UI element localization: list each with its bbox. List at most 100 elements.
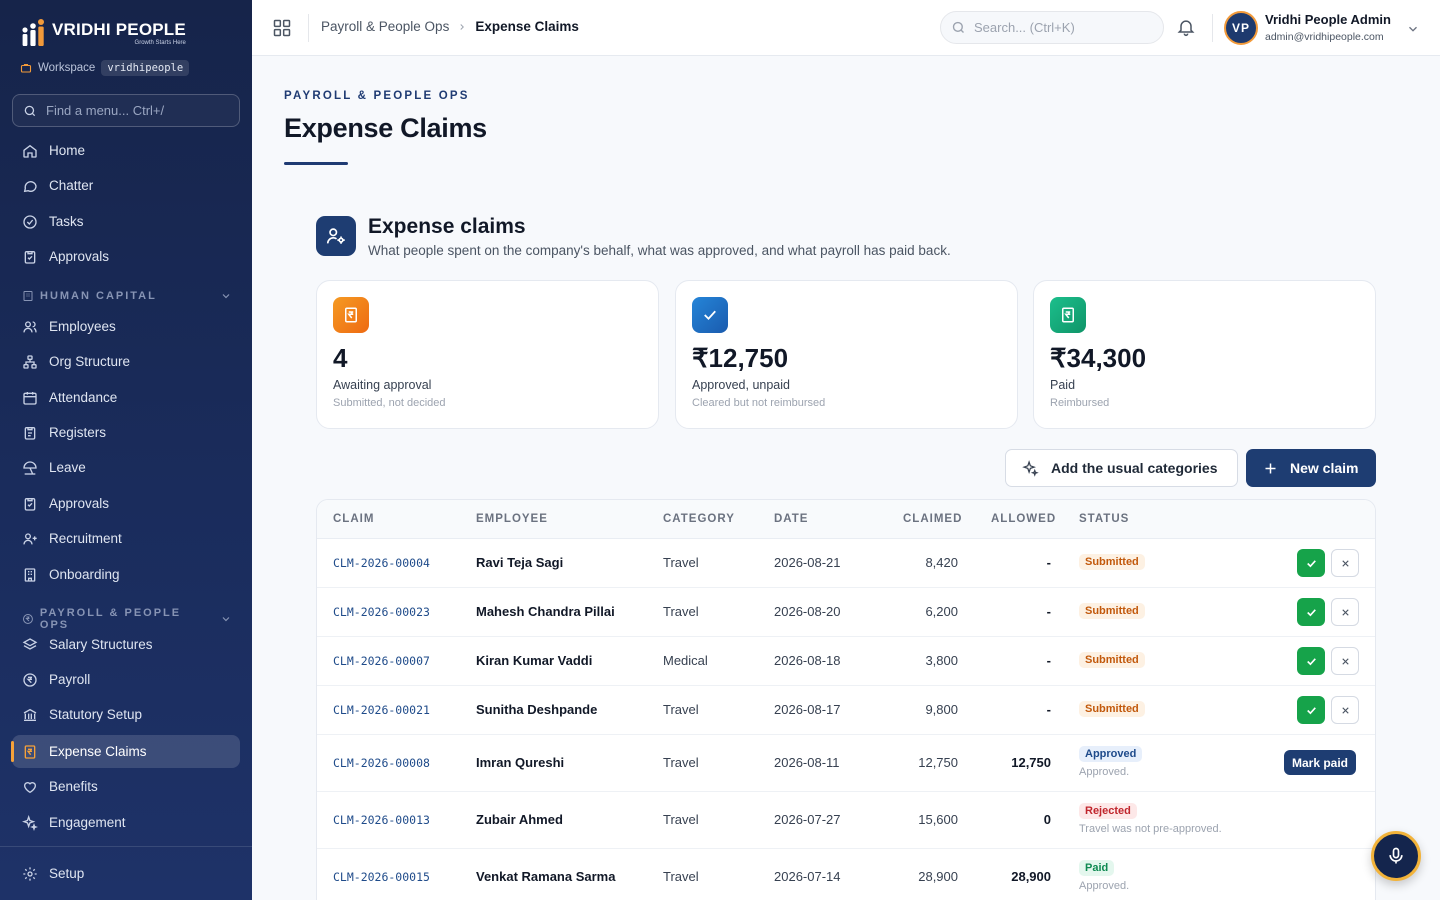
claim-id[interactable]: CLM-2026-00013 [333,813,430,827]
table-row[interactable]: CLM-2026-00015 Venkat Ramana Sarma Trave… [317,849,1375,900]
user-name[interactable]: Vridhi People Admin [1265,12,1391,27]
claimed-amount: 3,800 [925,653,958,668]
building-icon [24,567,36,582]
sidebar-item-attendance[interactable]: Attendance [12,381,240,414]
reject-button[interactable] [1331,549,1359,577]
sidebar-item-label: Statutory Setup [49,707,143,722]
table-row[interactable]: CLM-2026-00007 Kiran Kumar Vaddi Medical… [317,637,1375,686]
allowed-amount: - [1046,653,1051,668]
sidebar-item-label: Home [49,143,86,158]
approve-button[interactable] [1297,647,1325,675]
sidebar-item-recruitment[interactable]: Recruitment [12,522,240,555]
sidebar-item-label: Payroll [49,672,91,687]
bank-icon [23,708,37,721]
column-header[interactable]: ALLOWED [991,513,1056,525]
sidebar-item-onboarding[interactable]: Onboarding [12,558,240,591]
claim-id[interactable]: CLM-2026-00007 [333,654,430,668]
sidebar-item-home[interactable]: Home [12,134,240,167]
sidebar-item-leave[interactable]: Leave [12,451,240,484]
add-usual-categories-button[interactable]: Add the usual categories [1005,449,1238,487]
employee-name: Mahesh Chandra Pillai [476,604,615,619]
notifications-button[interactable] [1176,17,1196,42]
avatar[interactable]: VP [1224,11,1258,45]
close-icon [1341,706,1349,714]
sidebar-item-label: Org Structure [49,354,131,369]
sidebar-item-approvals-hc[interactable]: Approvals [12,487,240,520]
app-grid-button[interactable] [272,18,292,43]
column-header[interactable]: CLAIM [333,513,374,525]
column-header[interactable]: EMPLOYEE [476,513,548,525]
category: Travel [663,702,699,717]
reject-button[interactable] [1331,598,1359,626]
approve-button[interactable] [1297,696,1325,724]
user-menu-toggle[interactable] [1406,22,1420,41]
section-human-capital[interactable]: HUMAN CAPITAL [22,290,232,302]
sidebar-item-expense-claims[interactable]: Expense Claims [11,735,240,768]
table-row[interactable]: CLM-2026-00021 Sunitha Deshpande Travel … [317,686,1375,735]
sidebar-item-employees[interactable]: Employees [12,310,240,343]
sidebar-item-setup[interactable]: Setup [12,857,240,890]
reject-button[interactable] [1331,647,1359,675]
sidebar-item-benefits[interactable]: Benefits [12,770,240,803]
approve-button[interactable] [1297,598,1325,626]
claims-table: CLAIM EMPLOYEE CATEGORY DATE CLAIMED ALL… [316,499,1376,900]
sidebar-item-statutory-setup[interactable]: Statutory Setup [12,698,240,731]
reject-button[interactable] [1331,696,1359,724]
table-row[interactable]: CLM-2026-00013 Zubair Ahmed Travel 2026-… [317,792,1375,849]
mark-paid-button[interactable]: Mark paid [1284,750,1357,775]
table-row[interactable]: CLM-2026-00023 Mahesh Chandra Pillai Tra… [317,588,1375,637]
sidebar-item-label: Expense Claims [49,744,147,759]
clipboard-check-icon [24,497,36,511]
home-icon [23,144,37,158]
sidebar-item-engagement[interactable]: Engagement [12,806,240,839]
section-title: HUMAN CAPITAL [40,290,157,302]
employee-name: Sunitha Deshpande [476,702,598,717]
column-header[interactable]: STATUS [1079,513,1129,525]
search-icon [952,21,964,33]
claim-id[interactable]: CLM-2026-00008 [333,756,430,770]
claim-id[interactable]: CLM-2026-00004 [333,556,430,570]
stat-sublabel: Reimbursed [1050,397,1110,409]
brand-logo[interactable]: VRIDHI PEOPLE Growth Starts Here [20,18,186,48]
sidebar-item-salary-structures[interactable]: Salary Structures [12,628,240,661]
approve-button[interactable] [1297,549,1325,577]
sidebar-item-registers[interactable]: Registers [12,416,240,449]
sidebar-item-approvals[interactable]: Approvals [12,240,240,273]
employee-name: Imran Qureshi [476,755,565,770]
claim-id[interactable]: CLM-2026-00023 [333,605,430,619]
table-row[interactable]: CLM-2026-00004 Ravi Teja Sagi Travel 202… [317,539,1375,588]
sidebar-item-chatter[interactable]: Chatter [12,169,240,202]
claim-id[interactable]: CLM-2026-00015 [333,870,430,884]
date: 2026-08-17 [774,702,841,717]
brand-tagline: Growth Starts Here [134,39,186,46]
global-search-input[interactable]: Search... (Ctrl+K) [940,11,1164,44]
menu-search-placeholder: Find a menu... Ctrl+/ [46,103,165,118]
category: Travel [663,869,699,884]
breadcrumb-parent[interactable]: Payroll & People Ops [321,19,449,34]
chevron-right-icon [460,23,465,30]
column-header[interactable]: CLAIMED [903,513,962,525]
topbar-divider [308,14,309,42]
claim-id[interactable]: CLM-2026-00021 [333,703,430,717]
status-badge: Submitted [1079,603,1145,619]
column-header[interactable]: CATEGORY [663,513,735,525]
voice-assistant-button[interactable] [1371,831,1421,881]
sidebar-item-label: Setup [49,866,85,881]
table-header: CLAIM EMPLOYEE CATEGORY DATE CLAIMED ALL… [317,500,1375,539]
microphone-icon [1389,847,1403,864]
sidebar-item-label: Tasks [49,214,84,229]
sparkle-icon [22,814,38,831]
sidebar-item-org-structure[interactable]: Org Structure [12,345,240,378]
table-row[interactable]: CLM-2026-00008 Imran Qureshi Travel 2026… [317,735,1375,792]
sidebar-item-payroll[interactable]: Payroll [12,663,240,696]
check-icon [692,297,728,333]
new-claim-button[interactable]: New claim [1246,449,1376,487]
employee-name: Venkat Ramana Sarma [476,869,616,884]
topbar: Payroll & People Ops Expense Claims Sear… [252,0,1440,56]
menu-search-input[interactable]: Find a menu... Ctrl+/ [12,94,240,127]
column-header[interactable]: DATE [774,513,808,525]
stat-card-approved-unpaid: ₹12,750 Approved, unpaid Cleared but not… [675,280,1018,429]
sidebar-item-tasks[interactable]: Tasks [12,205,240,238]
sidebar-divider [0,846,252,847]
allowed-amount: 28,900 [1011,869,1051,884]
